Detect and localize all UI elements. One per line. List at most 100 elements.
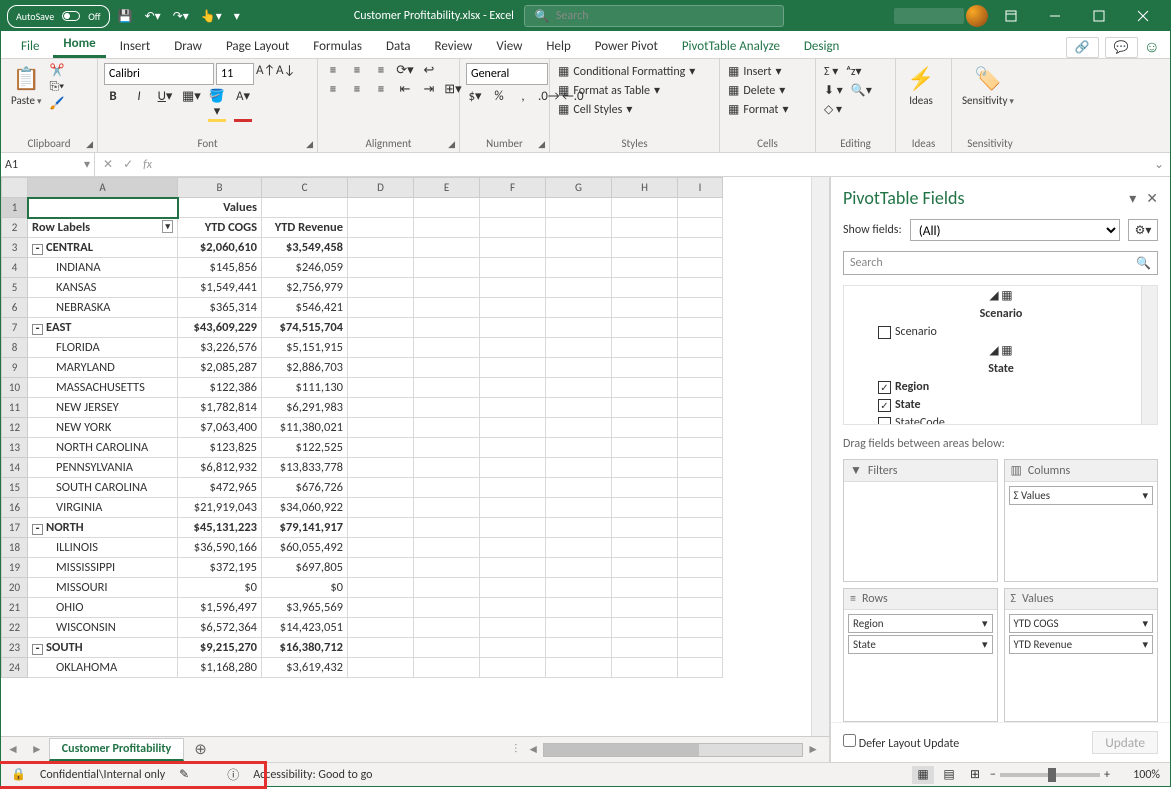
cell[interactable]: MISSISSIPPI [28,558,178,578]
filters-area[interactable]: ▼Filters [843,459,998,582]
cell[interactable] [612,258,678,278]
cell[interactable] [678,418,723,438]
cell[interactable] [414,218,480,238]
cell[interactable]: SOUTH CAROLINA [28,478,178,498]
tab-data[interactable]: Data [376,35,421,58]
increase-indent-icon[interactable]: ⇥ [420,82,438,97]
cell[interactable] [612,518,678,538]
currency-icon[interactable]: $▾ [466,89,484,104]
cell[interactable]: $2,886,703 [262,358,348,378]
cell[interactable]: OHIO [28,598,178,618]
cell[interactable] [480,618,546,638]
cell[interactable] [480,538,546,558]
cell[interactable]: $6,812,932 [178,458,262,478]
cell[interactable] [348,238,414,258]
add-sheet-button[interactable]: ⊕ [184,740,217,759]
cell[interactable] [546,358,612,378]
cell[interactable] [414,258,480,278]
sensitivity-button[interactable]: 🏷️Sensitivity [958,63,1018,109]
cell[interactable] [612,558,678,578]
clear-button[interactable]: ◇ ▾ [822,101,874,118]
cell[interactable]: $16,380,712 [262,638,348,658]
cell[interactable]: $546,421 [262,298,348,318]
cell[interactable]: $111,130 [262,378,348,398]
cell[interactable] [414,498,480,518]
cell[interactable] [612,318,678,338]
font-color-icon[interactable]: A▾ [234,89,252,122]
cell[interactable] [546,558,612,578]
cell[interactable] [678,298,723,318]
wrap-text-icon[interactable]: ↩ [420,63,438,78]
font-name-select[interactable] [104,63,214,85]
cell[interactable]: $145,856 [178,258,262,278]
cell[interactable] [678,358,723,378]
tab-power-pivot[interactable]: Power Pivot [585,35,668,58]
cell[interactable] [480,438,546,458]
cell[interactable]: $1,168,280 [178,658,262,678]
cell[interactable] [414,418,480,438]
autosave-toggle[interactable]: AutoSave Off [7,5,110,28]
sheet-nav-next[interactable]: ► [25,742,49,757]
cell[interactable] [480,458,546,478]
cell[interactable]: $0 [178,578,262,598]
cell[interactable] [546,238,612,258]
cell[interactable] [414,658,480,678]
cell[interactable] [678,518,723,538]
cell[interactable]: $3,226,576 [178,338,262,358]
format-cells-button[interactable]: ▦ Format ▾ [726,101,790,118]
defer-update-checkbox[interactable]: Defer Layout Update [843,734,959,751]
increase-font-icon[interactable]: A↑ [256,63,274,85]
minimize-button[interactable] [1034,2,1076,30]
decrease-indent-icon[interactable]: ⇤ [396,82,414,97]
cell[interactable]: $11,380,021 [262,418,348,438]
field-item[interactable]: State [844,396,1157,414]
cell[interactable]: $697,805 [262,558,348,578]
cell[interactable]: $7,063,400 [178,418,262,438]
cut-icon[interactable]: ✂️ [49,63,64,78]
cell[interactable] [678,378,723,398]
cell[interactable] [414,558,480,578]
cell[interactable] [348,438,414,458]
decrease-font-icon[interactable]: A↓ [276,63,294,85]
cell[interactable]: $1,596,497 [178,598,262,618]
align-center-icon[interactable]: ≡ [348,82,366,97]
cell[interactable]: $21,919,043 [178,498,262,518]
cell[interactable]: VIRGINIA [28,498,178,518]
cell[interactable] [612,398,678,418]
cell[interactable] [678,278,723,298]
cell[interactable]: FLORIDA [28,338,178,358]
align-bottom-icon[interactable]: ≡ [372,63,390,78]
cell[interactable] [480,358,546,378]
cell[interactable]: OKLAHOMA [28,658,178,678]
cell[interactable] [348,358,414,378]
cell[interactable]: -SOUTH [28,638,178,658]
cell[interactable] [612,198,678,218]
cell[interactable] [414,238,480,258]
cell[interactable] [348,418,414,438]
ideas-button[interactable]: ⚡Ideas [902,63,940,109]
cell[interactable]: $60,055,492 [262,538,348,558]
format-painter-icon[interactable]: 🖌️ [49,96,64,111]
cell[interactable] [546,578,612,598]
cell[interactable] [546,438,612,458]
cell[interactable] [414,638,480,658]
sheet-tab[interactable]: Customer Profitability [49,738,184,761]
cell[interactable]: $2,085,287 [178,358,262,378]
cell[interactable]: MARYLAND [28,358,178,378]
search-box[interactable]: 🔍 Search [524,5,784,27]
cell[interactable] [348,318,414,338]
cell[interactable] [546,658,612,678]
touch-mode-icon[interactable]: 👆▾ [197,7,226,26]
cell[interactable] [414,478,480,498]
tab-view[interactable]: View [486,35,532,58]
cell[interactable] [678,638,723,658]
fx-icon[interactable]: fx [143,158,152,172]
columns-area[interactable]: ▥Columns Σ Values▾ [1004,459,1159,582]
align-middle-icon[interactable]: ≡ [348,63,366,78]
zoom-level[interactable]: 100% [1114,768,1160,782]
tab-help[interactable]: Help [536,35,580,58]
redo-icon[interactable]: ↷▾ [169,7,193,26]
cell[interactable] [480,318,546,338]
tab-file[interactable]: File [11,35,49,58]
cell[interactable] [678,578,723,598]
